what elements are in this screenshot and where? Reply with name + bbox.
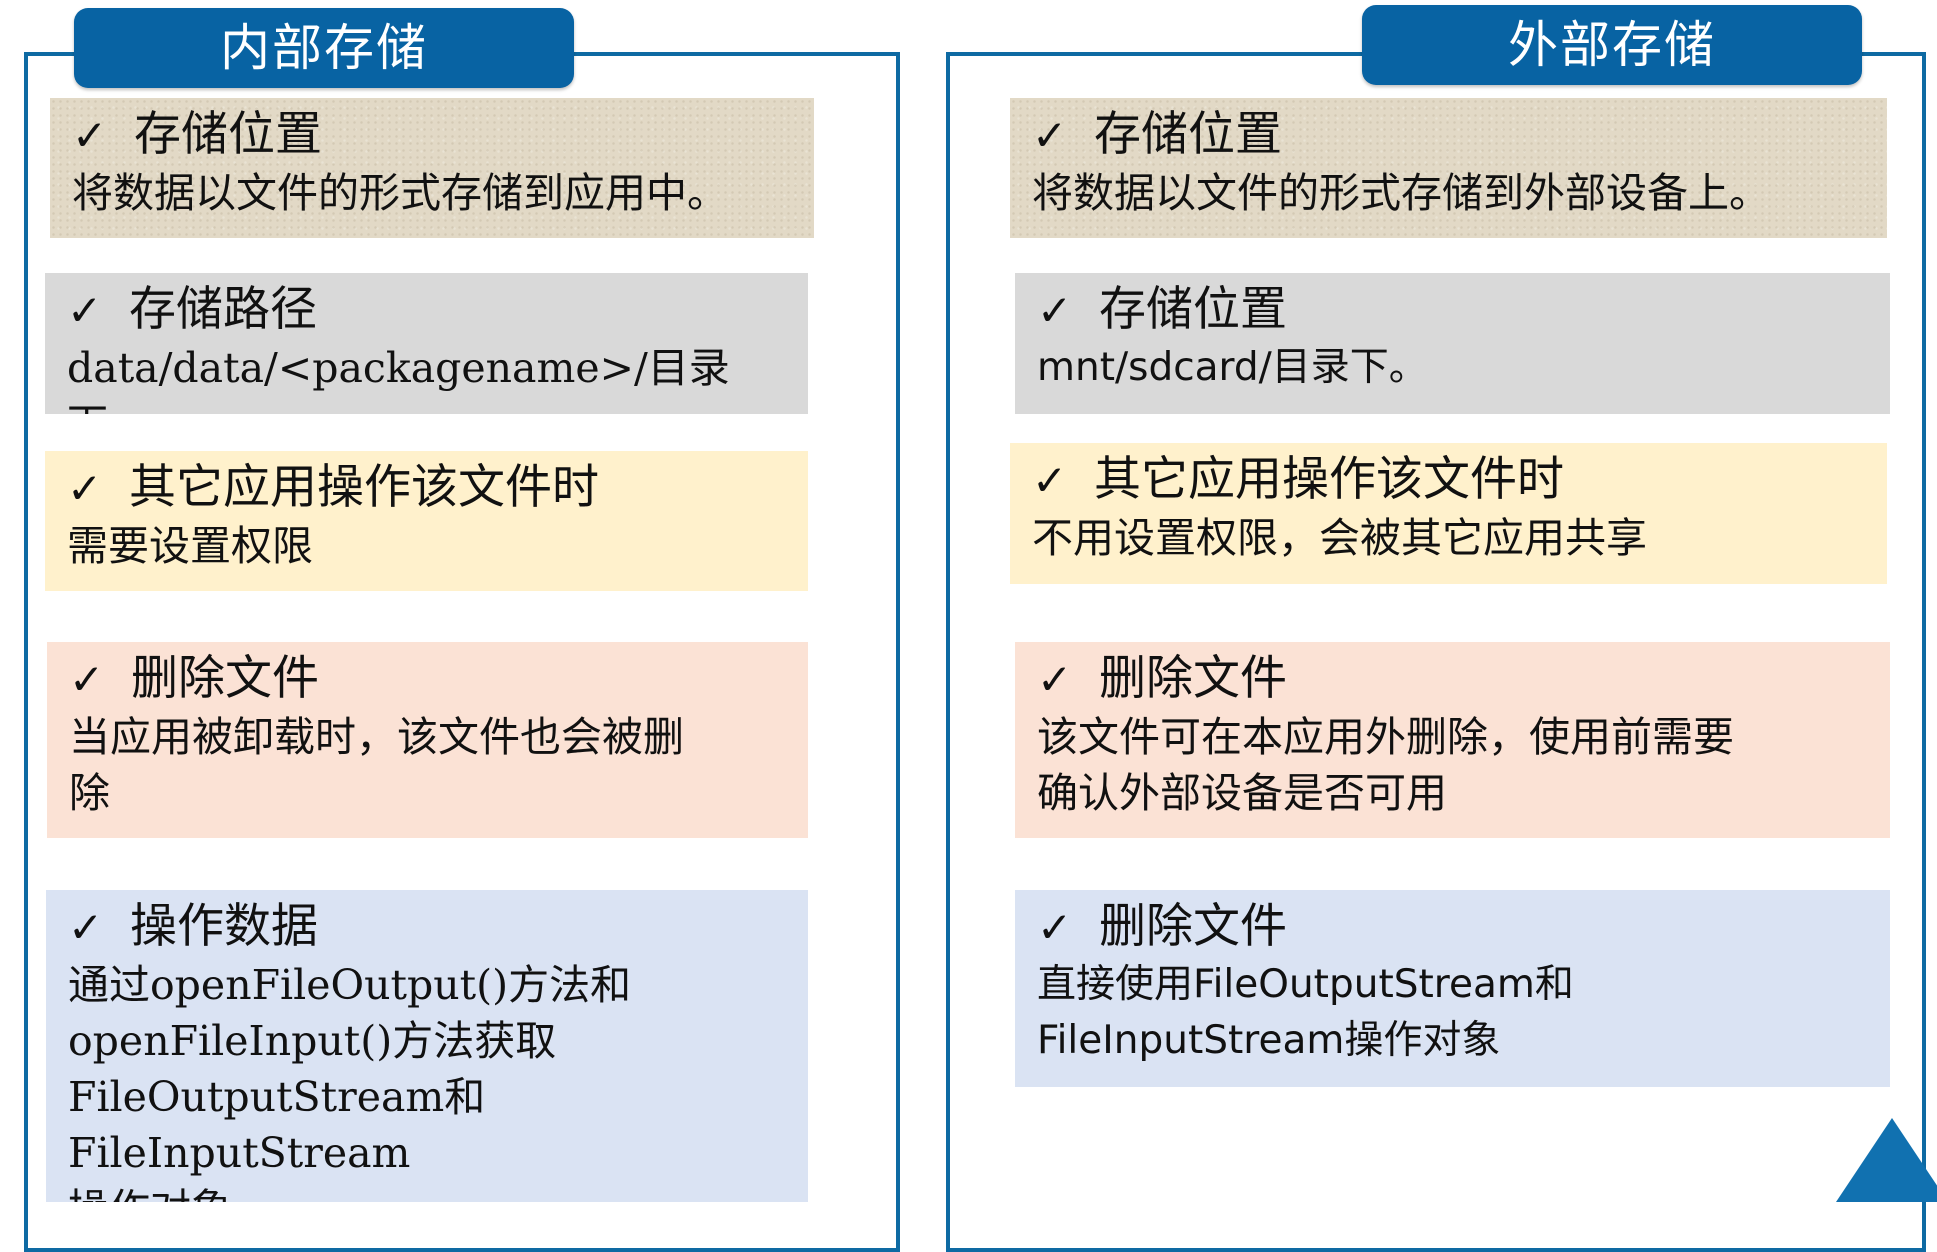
external-path-card: ✓ 存储位置 mnt/sdcard/目录下。 xyxy=(1015,273,1890,414)
check-icon: ✓ xyxy=(1037,655,1073,704)
check-icon: ✓ xyxy=(1037,903,1073,952)
card-heading-text: 删除文件 xyxy=(1099,651,1287,706)
card-body: 通过openFileOutput()方法和 openFileInput()方法获… xyxy=(68,961,632,1202)
card-heading: ✓ 删除文件 xyxy=(1037,650,1872,709)
card-body: 需要设置权限 xyxy=(67,522,313,570)
card-heading-text: 存储位置 xyxy=(134,107,322,162)
internal-delete-card: ✓ 删除文件 当应用被卸载时，该文件也会被删 除 xyxy=(47,642,808,838)
triangle-icon xyxy=(1836,1118,1937,1202)
check-icon: ✓ xyxy=(67,464,103,513)
internal-operate-card: ✓ 操作数据 通过openFileOutput()方法和 openFileInpu… xyxy=(46,890,808,1202)
card-heading-text: 其它应用操作该文件时 xyxy=(129,460,599,515)
card-heading: ✓ 存储路径 xyxy=(67,281,790,340)
check-icon: ✓ xyxy=(67,286,103,335)
card-heading: ✓ 其它应用操作该文件时 xyxy=(67,459,790,518)
check-icon: ✓ xyxy=(1032,456,1068,505)
card-heading-text: 删除文件 xyxy=(1099,899,1287,954)
card-body: 将数据以文件的形式存储到外部设备上。 xyxy=(1032,169,1770,217)
card-body: mnt/sdcard/目录下。 xyxy=(1037,345,1428,390)
check-icon: ✓ xyxy=(68,903,104,952)
card-body: 不用设置权限，会被其它应用共享 xyxy=(1032,514,1647,562)
card-body: 直接使用FileOutputStream和 FileInputStream操作对… xyxy=(1037,962,1574,1063)
card-heading: ✓ 删除文件 xyxy=(69,650,790,709)
internal-location-card: ✓ 存储位置 将数据以文件的形式存储到应用中。 xyxy=(50,98,814,238)
check-icon: ✓ xyxy=(1037,286,1073,335)
card-body: 将数据以文件的形式存储到应用中。 xyxy=(72,169,728,217)
internal-permission-card: ✓ 其它应用操作该文件时 需要设置权限 xyxy=(45,451,808,591)
card-heading-text: 存储位置 xyxy=(1094,107,1282,162)
card-heading: ✓ 操作数据 xyxy=(68,898,790,957)
external-permission-card: ✓ 其它应用操作该文件时 不用设置权限，会被其它应用共享 xyxy=(1010,443,1887,584)
card-heading: ✓ 删除文件 xyxy=(1037,898,1872,957)
check-icon: ✓ xyxy=(69,655,105,704)
card-heading: ✓ 存储位置 xyxy=(1032,106,1869,165)
card-heading-text: 删除文件 xyxy=(131,651,319,706)
card-body: 该文件可在本应用外删除，使用前需要 确认外部设备是否可用 xyxy=(1037,713,1734,817)
card-heading: ✓ 存储位置 xyxy=(1037,281,1872,340)
card-body: 当应用被卸载时，该文件也会被删 除 xyxy=(69,713,684,817)
external-storage-title: 外部存储 xyxy=(1362,5,1862,85)
card-heading: ✓ 存储位置 xyxy=(72,106,796,165)
internal-storage-title: 内部存储 xyxy=(74,8,574,88)
external-location-card: ✓ 存储位置 将数据以文件的形式存储到外部设备上。 xyxy=(1010,98,1887,238)
card-heading-text: 存储位置 xyxy=(1099,282,1287,337)
internal-path-card: ✓ 存储路径 data/data/<packagename>/目录下。 xyxy=(45,273,808,414)
card-heading-text: 存储路径 xyxy=(129,282,317,337)
external-operate-card: ✓ 删除文件 直接使用FileOutputStream和 FileInputStr… xyxy=(1015,890,1890,1087)
external-delete-card: ✓ 删除文件 该文件可在本应用外删除，使用前需要 确认外部设备是否可用 xyxy=(1015,642,1890,838)
check-icon: ✓ xyxy=(1032,111,1068,160)
check-icon: ✓ xyxy=(72,111,108,160)
card-heading-text: 操作数据 xyxy=(130,899,318,954)
card-heading: ✓ 其它应用操作该文件时 xyxy=(1032,451,1869,510)
card-body: data/data/<packagename>/目录下。 xyxy=(67,344,730,414)
card-heading-text: 其它应用操作该文件时 xyxy=(1094,452,1564,507)
